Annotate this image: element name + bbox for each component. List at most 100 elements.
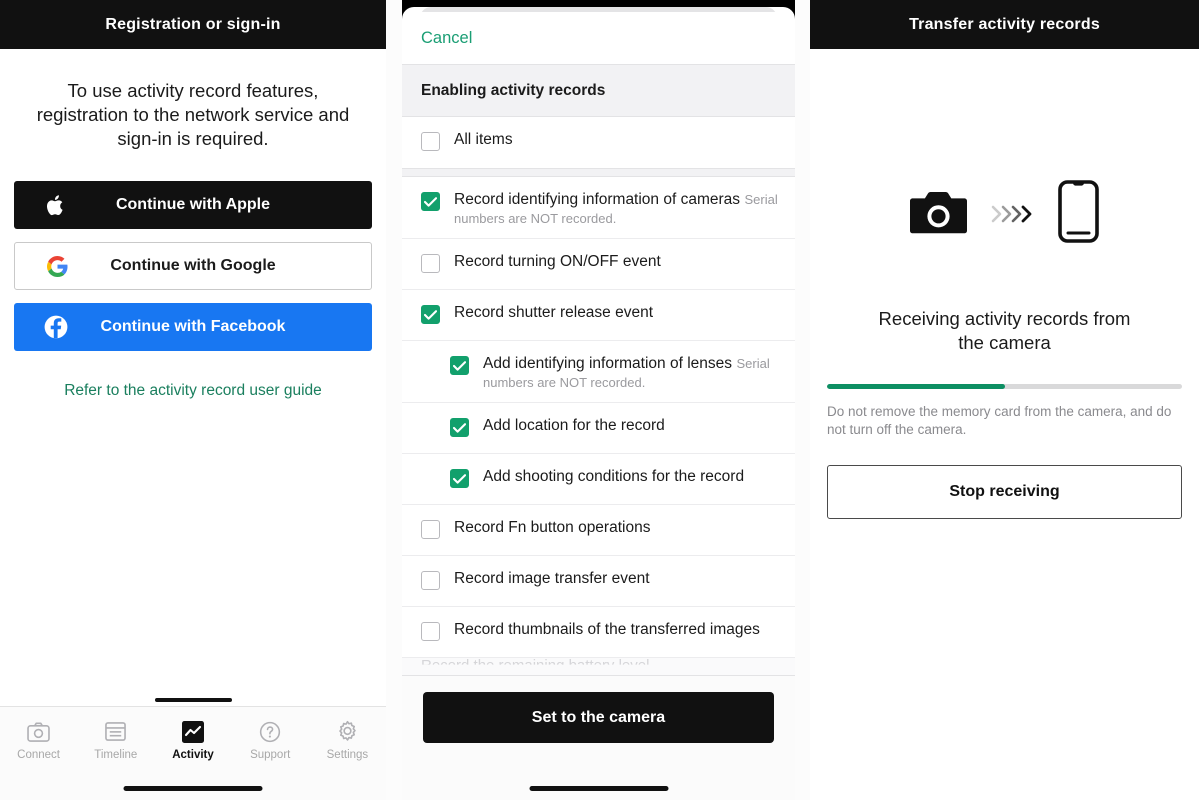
option-row-record-onoff[interactable]: Record turning ON/OFF event <box>402 239 795 290</box>
list-icon <box>104 720 128 744</box>
option-label: All items <box>454 131 513 148</box>
bottom-tab-bar: Connect Timeline Activity Support Settin… <box>0 698 386 800</box>
apple-button-label: Continue with Apple <box>115 196 271 213</box>
transfer-warning-note: Do not remove the memory card from the c… <box>827 404 1172 437</box>
camera-icon <box>27 720 51 744</box>
tab-support-label: Support <box>250 748 291 761</box>
transfer-status-heading: Receiving activity records from the came… <box>827 307 1182 355</box>
home-indicator <box>123 786 263 791</box>
set-to-the-camera-label: Set to the camera <box>531 708 666 726</box>
phone-icon <box>1058 180 1099 248</box>
tab-connect-label: Connect <box>17 748 61 761</box>
option-label: Record Fn button operations <box>454 519 651 536</box>
transfer-titlebar: Transfer activity records <box>810 0 1199 49</box>
option-text-record-fn-button: Record Fn button operations <box>454 505 650 548</box>
checkbox-record-thumbnails[interactable] <box>421 622 440 641</box>
intro-line-2: registration to the network service and <box>36 104 350 125</box>
option-text-record-onoff: Record turning ON/OFF event <box>454 239 661 282</box>
option-row-record-camera-id[interactable]: Record identifying information of camera… <box>402 177 795 239</box>
tab-activity-label: Activity <box>172 748 214 761</box>
heading-line-1: Receiving activity records from <box>878 308 1131 329</box>
continue-with-apple-button[interactable]: Continue with Apple <box>14 181 372 229</box>
option-text-record-camera-id: Record identifying information of camera… <box>454 177 781 238</box>
checkbox-record-image-transfer[interactable] <box>421 571 440 590</box>
sheet-footer: Set to the camera <box>402 675 795 800</box>
screen-registration-signin: Registration or sign-in To use activity … <box>0 0 386 800</box>
option-row-add-lens-id[interactable]: Add identifying information of lenses Se… <box>402 341 795 403</box>
intro-line-1: To use activity record features, <box>67 80 319 101</box>
signin-body: To use activity record features, registr… <box>0 49 386 706</box>
option-text-record-thumbnails: Record thumbnails of the transferred ima… <box>454 607 760 650</box>
checkbox-add-lens-id[interactable] <box>450 356 469 375</box>
section-header-label: Enabling activity records <box>421 81 606 99</box>
checkbox-add-shooting-conditions[interactable] <box>450 469 469 488</box>
checkbox-all-items[interactable] <box>421 132 440 151</box>
transfer-illustration <box>827 174 1182 254</box>
option-row-record-image-transfer[interactable]: Record image transfer event <box>402 556 795 607</box>
option-label: Add shooting conditions for the record <box>483 468 745 485</box>
stop-receiving-button[interactable]: Stop receiving <box>827 465 1182 519</box>
option-text-all-items: All items <box>454 117 513 160</box>
user-guide-link[interactable]: Refer to the activity record user guide <box>14 382 372 400</box>
option-label: Add identifying information of lenses <box>483 355 733 372</box>
sheet-toolbar: Cancel <box>402 12 795 64</box>
intro-text: To use activity record features, registr… <box>14 79 372 151</box>
apple-icon <box>44 193 68 217</box>
signin-titlebar: Registration or sign-in <box>0 0 386 49</box>
home-indicator <box>529 786 668 791</box>
tab-settings[interactable]: Settings <box>309 720 386 761</box>
option-row-add-shooting-conditions[interactable]: Add shooting conditions for the record <box>402 454 795 505</box>
cancel-button[interactable]: Cancel <box>421 29 472 48</box>
option-row-all-items[interactable]: All items <box>402 117 795 168</box>
page-title: Registration or sign-in <box>105 15 281 33</box>
continue-with-google-button[interactable]: Continue with Google <box>14 242 372 290</box>
option-text-record-shutter: Record shutter release event <box>454 290 653 333</box>
set-to-the-camera-button[interactable]: Set to the camera <box>423 692 774 743</box>
facebook-icon <box>44 315 68 339</box>
option-label: Record turning ON/OFF event <box>454 253 661 270</box>
option-text-add-shooting-conditions: Add shooting conditions for the record <box>483 454 744 497</box>
option-row-record-shutter[interactable]: Record shutter release event <box>402 290 795 341</box>
transfer-progress-bar <box>827 384 1182 389</box>
heading-line-2: the camera <box>958 332 1051 353</box>
gear-icon <box>335 720 359 744</box>
option-label-clipped: Record the remaining battery level <box>421 658 650 674</box>
panel-divider-right <box>795 0 810 800</box>
tab-settings-label: Settings <box>326 748 369 761</box>
camera-icon <box>910 189 968 240</box>
checkbox-add-location[interactable] <box>450 418 469 437</box>
checkbox-record-shutter[interactable] <box>421 305 440 324</box>
checkbox-record-fn-button[interactable] <box>421 520 440 539</box>
option-label: Add location for the record <box>483 417 665 434</box>
modal-sheet: Cancel Enabling activity records All ite… <box>402 7 795 800</box>
option-row-partially-hidden[interactable]: Record the remaining battery level <box>402 658 795 676</box>
panel-divider-left <box>386 0 402 800</box>
google-button-label: Continue with Google <box>110 257 276 274</box>
chevrons-right-icon <box>990 203 1036 225</box>
tab-activity[interactable]: Activity <box>154 720 231 761</box>
screen-transfer-activity-records: Transfer activity records Receiving acti… <box>810 0 1199 800</box>
checkbox-record-camera-id[interactable] <box>421 192 440 211</box>
activity-icon <box>181 720 205 744</box>
tab-timeline[interactable]: Timeline <box>77 720 154 761</box>
active-tab-indicator <box>155 698 232 702</box>
option-label: Record image transfer event <box>454 570 650 587</box>
option-label: Record shutter release event <box>454 304 654 321</box>
option-row-record-fn-button[interactable]: Record Fn button operations <box>402 505 795 556</box>
checkbox-record-onoff[interactable] <box>421 254 440 273</box>
section-header: Enabling activity records <box>402 64 795 117</box>
screen-enabling-activity-records: Cancel Enabling activity records All ite… <box>402 0 795 800</box>
continue-with-facebook-button[interactable]: Continue with Facebook <box>14 303 372 351</box>
tab-support[interactable]: Support <box>232 720 309 761</box>
option-text-record-image-transfer: Record image transfer event <box>454 556 650 599</box>
tab-connect[interactable]: Connect <box>0 720 77 761</box>
intro-line-3: sign-in is required. <box>117 128 269 149</box>
google-icon <box>45 254 69 278</box>
options-list: All items Record identifying information… <box>402 117 795 676</box>
option-label: Record identifying information of camera… <box>454 191 741 208</box>
question-circle-icon <box>258 720 282 744</box>
transfer-progress-fill <box>827 384 1005 389</box>
list-group-separator <box>402 168 795 177</box>
option-row-record-thumbnails[interactable]: Record thumbnails of the transferred ima… <box>402 607 795 658</box>
option-row-add-location[interactable]: Add location for the record <box>402 403 795 454</box>
